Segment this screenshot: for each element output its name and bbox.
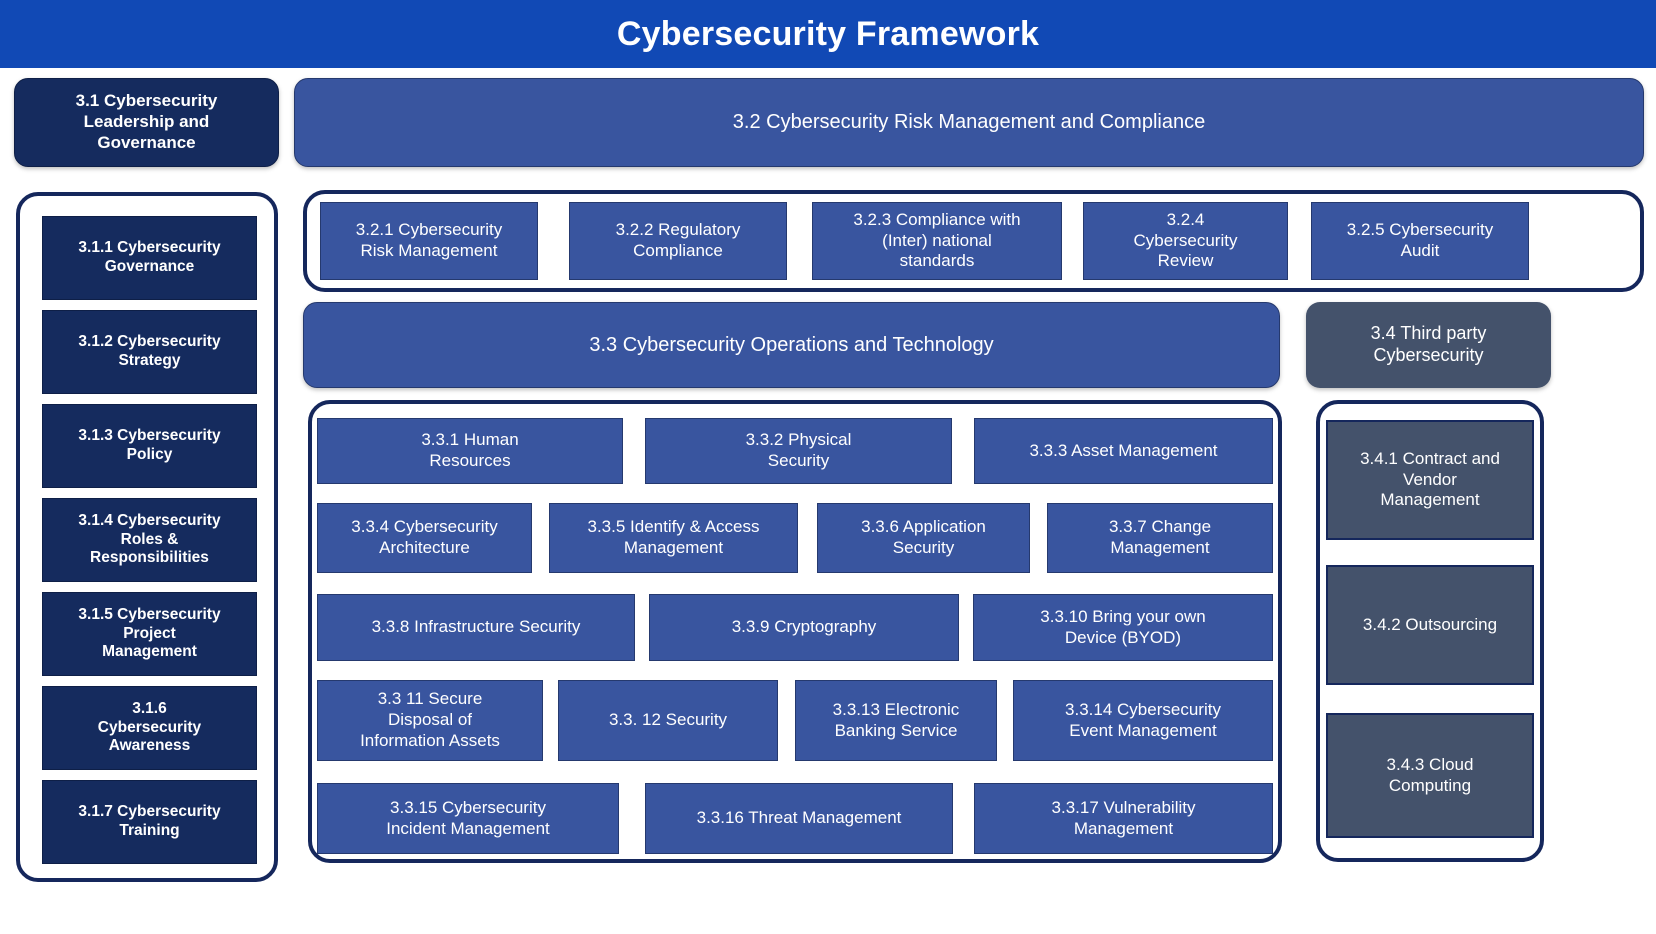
node-3-1-4[interactable]: 3.1.4 Cybersecurity Roles & Responsibili… <box>42 498 257 582</box>
pillar-3-3-operations-and-technology[interactable]: 3.3 Cybersecurity Operations and Technol… <box>303 302 1280 388</box>
framework-diagram: Cybersecurity Framework 3.1 Cybersecurit… <box>0 0 1656 934</box>
header-bar: Cybersecurity Framework <box>0 0 1656 68</box>
pillar-3-4-third-party-cybersecurity[interactable]: 3.4 Third party Cybersecurity <box>1306 302 1551 388</box>
node-3-3-15[interactable]: 3.3.15 Cybersecurity Incident Management <box>317 783 619 854</box>
node-3-3-16[interactable]: 3.3.16 Threat Management <box>645 783 953 854</box>
node-3-1-5[interactable]: 3.1.5 Cybersecurity Project Management <box>42 592 257 676</box>
node-3-3-8[interactable]: 3.3.8 Infrastructure Security <box>317 594 635 661</box>
pillar-3-2-risk-management-and-compliance[interactable]: 3.2 Cybersecurity Risk Management and Co… <box>294 78 1644 167</box>
node-3-2-1[interactable]: 3.2.1 Cybersecurity Risk Management <box>320 202 538 280</box>
node-3-3-10[interactable]: 3.3.10 Bring your own Device (BYOD) <box>973 594 1273 661</box>
node-3-1-7[interactable]: 3.1.7 Cybersecurity Training <box>42 780 257 864</box>
node-3-3-1[interactable]: 3.3.1 Human Resources <box>317 418 623 484</box>
group-3-1-children: 3.1.1 Cybersecurity Governance 3.1.2 Cyb… <box>16 192 278 882</box>
page-title: Cybersecurity Framework <box>616 14 1040 53</box>
node-3-3-5[interactable]: 3.3.5 Identify & Access Management <box>549 503 798 573</box>
pillar-3-1-leadership-and-governance[interactable]: 3.1 Cybersecurity Leadership and Governa… <box>14 78 279 167</box>
node-3-1-2[interactable]: 3.1.2 Cybersecurity Strategy <box>42 310 257 394</box>
node-3-3-7[interactable]: 3.3.7 Change Management <box>1047 503 1273 573</box>
node-3-3-14[interactable]: 3.3.14 Cybersecurity Event Management <box>1013 680 1273 761</box>
node-3-1-1[interactable]: 3.1.1 Cybersecurity Governance <box>42 216 257 300</box>
node-3-4-3[interactable]: 3.4.3 Cloud Computing <box>1326 713 1534 838</box>
node-3-3-11[interactable]: 3.3 11 Secure Disposal of Information As… <box>317 680 543 761</box>
node-3-4-2[interactable]: 3.4.2 Outsourcing <box>1326 565 1534 685</box>
node-3-3-13[interactable]: 3.3.13 Electronic Banking Service <box>795 680 997 761</box>
node-3-2-4[interactable]: 3.2.4 Cybersecurity Review <box>1083 202 1288 280</box>
node-3-3-6[interactable]: 3.3.6 Application Security <box>817 503 1030 573</box>
node-3-1-3[interactable]: 3.1.3 Cybersecurity Policy <box>42 404 257 488</box>
node-3-2-5[interactable]: 3.2.5 Cybersecurity Audit <box>1311 202 1529 280</box>
node-3-3-9[interactable]: 3.3.9 Cryptography <box>649 594 959 661</box>
node-3-2-2[interactable]: 3.2.2 Regulatory Compliance <box>569 202 787 280</box>
node-3-4-1[interactable]: 3.4.1 Contract and Vendor Management <box>1326 420 1534 540</box>
node-3-3-4[interactable]: 3.3.4 Cybersecurity Architecture <box>317 503 532 573</box>
node-3-3-2[interactable]: 3.3.2 Physical Security <box>645 418 952 484</box>
node-3-3-12[interactable]: 3.3. 12 Security <box>558 680 778 761</box>
node-3-1-6[interactable]: 3.1.6 Cybersecurity Awareness <box>42 686 257 770</box>
node-3-3-17[interactable]: 3.3.17 Vulnerability Management <box>974 783 1273 854</box>
node-3-2-3[interactable]: 3.2.3 Compliance with (Inter) national s… <box>812 202 1062 280</box>
node-3-3-3[interactable]: 3.3.3 Asset Management <box>974 418 1273 484</box>
